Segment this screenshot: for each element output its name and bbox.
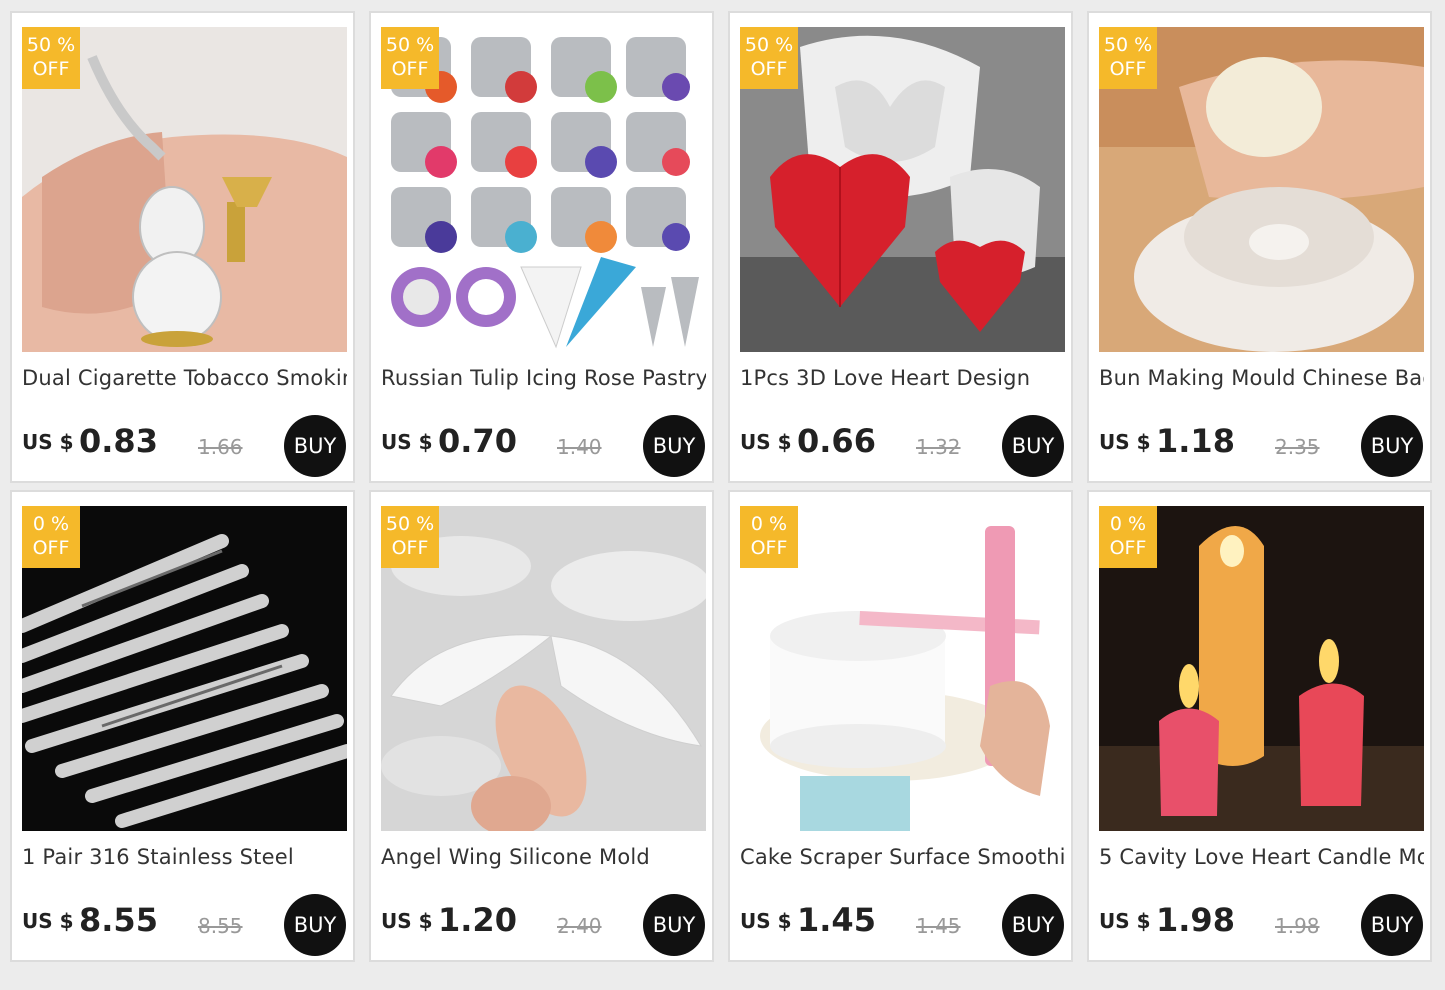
price: 0.83 — [79, 422, 158, 460]
buy-button[interactable]: BUY — [1361, 894, 1423, 956]
discount-off-label: OFF — [391, 537, 429, 559]
currency-label: US $ — [22, 909, 74, 933]
currency-label: US $ — [1099, 909, 1151, 933]
product-title[interactable]: Bun Making Mould Chinese Baozi — [1099, 366, 1424, 390]
discount-value: 0 % — [750, 513, 788, 535]
product-card[interactable]: 50 % OFF Dual Cigarette Tobacco Smoking … — [10, 11, 355, 483]
original-price: 1.45 — [916, 914, 961, 938]
buy-button[interactable]: BUY — [1361, 415, 1423, 477]
product-grid: 50 % OFF Dual Cigarette Tobacco Smoking … — [0, 0, 1445, 990]
discount-badge: 0 % OFF — [1099, 506, 1157, 568]
product-card[interactable]: 50 % OFF Angel Wing Silicone Mold US $ 1… — [369, 490, 714, 962]
buy-button[interactable]: BUY — [284, 415, 346, 477]
currency-label: US $ — [740, 909, 792, 933]
price: 1.20 — [438, 901, 517, 939]
discount-badge: 50 % OFF — [1099, 27, 1157, 89]
product-card[interactable]: 0 % OFF 1 Pair 316 Stainless Steel US $ … — [10, 490, 355, 962]
discount-off-label: OFF — [391, 58, 429, 80]
product-card[interactable]: 0 % OFF 5 Cavity Love Heart Candle Mold … — [1087, 490, 1432, 962]
price: 1.18 — [1156, 422, 1235, 460]
product-title[interactable]: 1Pcs 3D Love Heart Design — [740, 366, 1065, 390]
original-price: 8.55 — [198, 914, 243, 938]
product-title[interactable]: 1 Pair 316 Stainless Steel — [22, 845, 347, 869]
price: 0.70 — [438, 422, 517, 460]
discount-badge: 50 % OFF — [381, 506, 439, 568]
product-title[interactable]: Russian Tulip Icing Rose Pastry — [381, 366, 706, 390]
original-price: 1.66 — [198, 435, 243, 459]
discount-badge: 50 % OFF — [381, 27, 439, 89]
discount-off-label: OFF — [32, 58, 70, 80]
original-price: 1.32 — [916, 435, 961, 459]
product-card[interactable]: 50 % OFF Russian Tulip Icing Rose Pastry… — [369, 11, 714, 483]
currency-label: US $ — [1099, 430, 1151, 454]
buy-button[interactable]: BUY — [284, 894, 346, 956]
buy-button[interactable]: BUY — [1002, 415, 1064, 477]
product-card[interactable]: 50 % OFF 1Pcs 3D Love Heart Design US $ … — [728, 11, 1073, 483]
product-card[interactable]: 0 % OFF Cake Scraper Surface Smoothing U… — [728, 490, 1073, 962]
product-title[interactable]: Dual Cigarette Tobacco Smoking — [22, 366, 347, 390]
product-card[interactable]: 50 % OFF Bun Making Mould Chinese Baozi … — [1087, 11, 1432, 483]
price: 1.98 — [1156, 901, 1235, 939]
buy-button[interactable]: BUY — [1002, 894, 1064, 956]
discount-value: 50 % — [26, 34, 76, 56]
discount-value: 0 % — [1109, 513, 1147, 535]
currency-label: US $ — [381, 909, 433, 933]
discount-off-label: OFF — [1109, 58, 1147, 80]
discount-badge: 50 % OFF — [740, 27, 798, 89]
price: 0.66 — [797, 422, 876, 460]
original-price: 1.98 — [1275, 914, 1320, 938]
product-title[interactable]: Angel Wing Silicone Mold — [381, 845, 706, 869]
discount-off-label: OFF — [750, 537, 788, 559]
discount-value: 50 % — [385, 34, 435, 56]
discount-value: 50 % — [1103, 34, 1153, 56]
currency-label: US $ — [381, 430, 433, 454]
currency-label: US $ — [740, 430, 792, 454]
product-title[interactable]: 5 Cavity Love Heart Candle Mold — [1099, 845, 1424, 869]
discount-off-label: OFF — [1109, 537, 1147, 559]
original-price: 2.40 — [557, 914, 602, 938]
discount-off-label: OFF — [750, 58, 788, 80]
price: 8.55 — [79, 901, 158, 939]
discount-badge: 0 % OFF — [740, 506, 798, 568]
buy-button[interactable]: BUY — [643, 894, 705, 956]
discount-off-label: OFF — [32, 537, 70, 559]
discount-value: 50 % — [385, 513, 435, 535]
discount-value: 0 % — [32, 513, 70, 535]
discount-value: 50 % — [744, 34, 794, 56]
price: 1.45 — [797, 901, 876, 939]
product-title[interactable]: Cake Scraper Surface Smoothing — [740, 845, 1065, 869]
original-price: 1.40 — [557, 435, 602, 459]
currency-label: US $ — [22, 430, 74, 454]
original-price: 2.35 — [1275, 435, 1320, 459]
discount-badge: 0 % OFF — [22, 506, 80, 568]
buy-button[interactable]: BUY — [643, 415, 705, 477]
discount-badge: 50 % OFF — [22, 27, 80, 89]
